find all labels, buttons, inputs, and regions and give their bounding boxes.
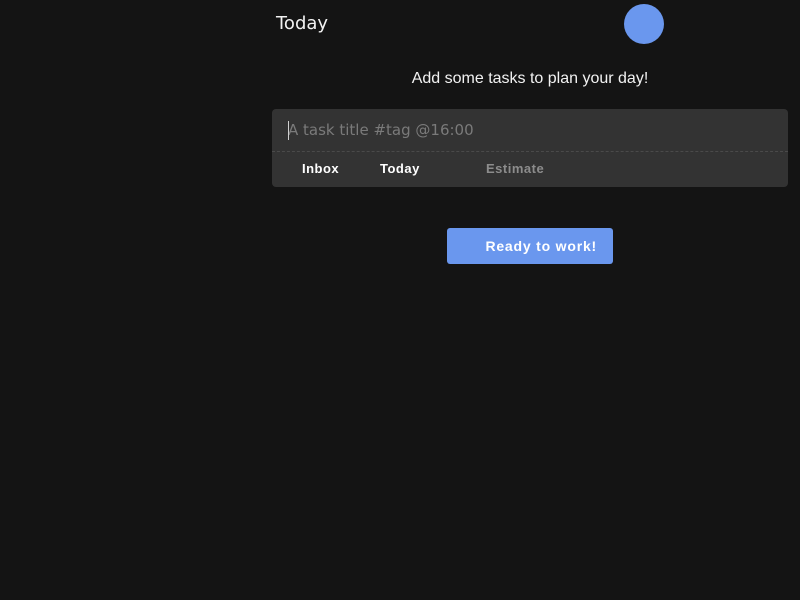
add-task-panel: Inbox Today Estimate bbox=[272, 109, 788, 187]
text-cursor bbox=[288, 121, 289, 140]
empty-state-prompt: Add some tasks to plan your day! bbox=[411, 70, 649, 87]
inbox-option[interactable]: Inbox bbox=[302, 161, 339, 176]
today-option[interactable]: Today bbox=[380, 161, 420, 176]
app-page: Today Add some tasks to plan your day! I… bbox=[0, 0, 800, 600]
task-panel-divider bbox=[272, 151, 788, 152]
estimate-option[interactable]: Estimate bbox=[486, 161, 544, 176]
task-title-input[interactable] bbox=[272, 109, 788, 151]
page-title: Today bbox=[276, 13, 329, 34]
ready-to-work-button[interactable]: Ready to work! bbox=[447, 228, 613, 264]
avatar[interactable] bbox=[624, 4, 664, 44]
